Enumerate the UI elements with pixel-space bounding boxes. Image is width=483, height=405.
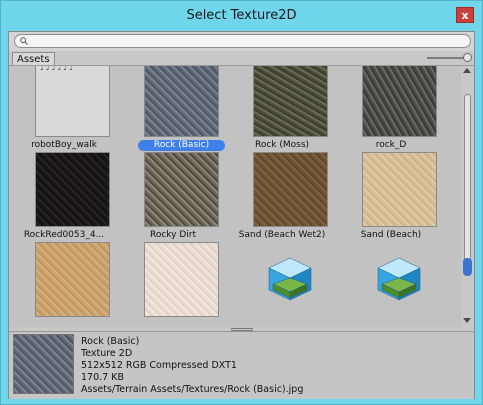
asset-item[interactable]: Rock (Moss) (227, 66, 337, 152)
sprite-frames-icon: ♩♩♩♩♩♩ (40, 66, 75, 72)
preview-size: 170.7 KB (81, 372, 124, 383)
asset-label: rock_D (375, 140, 407, 150)
asset-thumbnail (362, 66, 437, 137)
asset-thumbnail: ♩♩♩♩♩♩ (35, 66, 110, 137)
preview-type: Texture 2D (81, 348, 133, 359)
search-icon (20, 37, 28, 45)
search-bar (9, 32, 474, 51)
asset-label: robotBoy_walk (31, 140, 97, 150)
preview-format: 512x512 RGB Compressed DXT1 (81, 360, 237, 371)
asset-thumbnail (35, 242, 110, 317)
preview-panel: Rock (Basic) Texture 2D 512x512 RGB Comp… (9, 331, 474, 399)
scroll-down-arrow-icon[interactable] (463, 318, 471, 323)
asset-item[interactable]: Sand (Beach Wet2) (227, 152, 337, 242)
preview-thumbnail (13, 334, 74, 394)
asset-thumbnail (144, 152, 219, 227)
dialog-window: Select Texture2D x Assets ♩♩♩♩♩♩ robotBoy… (0, 0, 483, 405)
asset-thumbnail (144, 66, 219, 137)
asset-thumbnail (35, 152, 110, 227)
asset-thumbnail (253, 66, 328, 137)
window-title: Select Texture2D (186, 8, 297, 23)
zoom-slider-handle[interactable] (463, 53, 472, 62)
terrain-asset-icon (377, 257, 421, 301)
asset-label: Sand (Beach Wet2) (238, 230, 326, 240)
asset-item[interactable]: Rock (Basic) (118, 66, 228, 152)
title-bar[interactable]: Select Texture2D x (1, 1, 482, 31)
asset-thumbnail (362, 152, 437, 227)
asset-grid: ♩♩♩♩♩♩ robotBoy_walk Rock (Basic) Rock (Mos… (9, 66, 461, 327)
object-selector: Assets ♩♩♩♩♩♩ robotBoy_walk Rock (Basic) Ro… (8, 31, 475, 399)
asset-thumbnail (144, 242, 219, 317)
asset-item[interactable]: ♩♩♩♩♩♩ robotBoy_walk (9, 66, 119, 152)
tab-row: Assets (9, 51, 474, 66)
asset-item[interactable]: Rocky Dirt (118, 152, 228, 242)
asset-item[interactable] (227, 242, 337, 327)
asset-label-selected: Rock (Basic) (138, 140, 225, 151)
preview-path: Assets/Terrain Assets/Textures/Rock (Bas… (81, 384, 304, 395)
asset-item[interactable]: rock_D (336, 66, 446, 152)
asset-item[interactable] (118, 242, 228, 327)
terrain-asset-icon (268, 257, 312, 301)
tab-assets[interactable]: Assets (12, 52, 55, 65)
scrollbar-thumb[interactable] (464, 94, 471, 274)
asset-item[interactable] (336, 242, 446, 327)
search-input[interactable] (14, 34, 471, 48)
scroll-up-arrow-icon[interactable] (463, 68, 471, 73)
preview-name: Rock (Basic) (81, 336, 140, 347)
asset-label: Rocky Dirt (149, 230, 197, 240)
asset-item[interactable]: Sand (Beach) (336, 152, 446, 242)
asset-item[interactable]: RockRed0053_4... (9, 152, 119, 242)
asset-label: Sand (Beach) (360, 230, 422, 240)
close-button[interactable]: x (456, 7, 474, 23)
asset-label: RockRed0053_4... (23, 230, 105, 240)
asset-label: Rock (Moss) (254, 140, 310, 150)
asset-thumbnail (253, 152, 328, 227)
scrollbar-position-marker[interactable] (463, 258, 472, 276)
vertical-scrollbar[interactable] (461, 66, 474, 327)
asset-item[interactable] (9, 242, 119, 327)
zoom-slider-track[interactable] (427, 57, 467, 59)
